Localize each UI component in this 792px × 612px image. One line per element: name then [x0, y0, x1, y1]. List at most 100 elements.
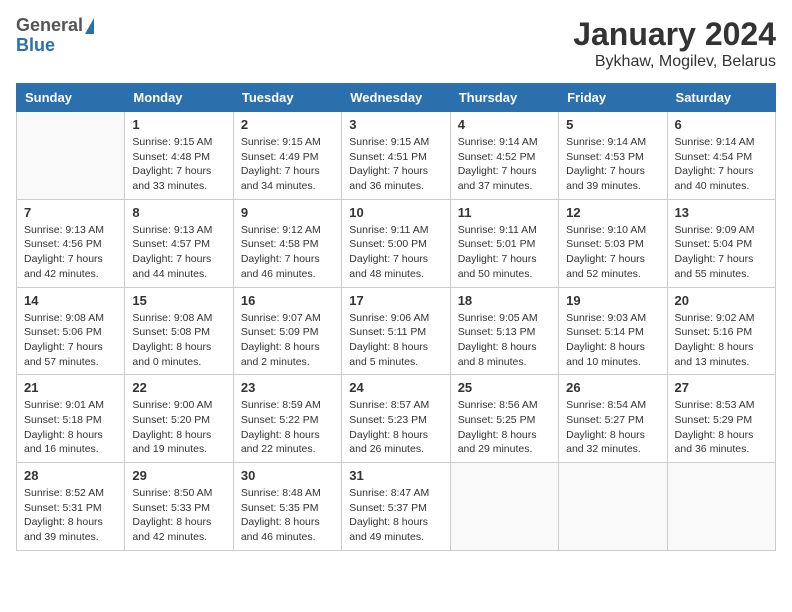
day-header-friday: Friday — [559, 84, 667, 112]
calendar-cell: 2Sunrise: 9:15 AMSunset: 4:49 PMDaylight… — [233, 112, 341, 200]
cell-details: Sunrise: 9:06 AMSunset: 5:11 PMDaylight:… — [349, 311, 442, 370]
calendar-cell: 4 Sunrise: 9:14 AMSunset: 4:52 PMDaylight… — [450, 112, 558, 200]
date-number: 9 — [241, 205, 334, 220]
logo: General Blue — [16, 16, 96, 56]
cell-details: Sunrise: 8:52 AMSunset: 5:31 PMDaylight:… — [24, 486, 117, 545]
calendar-cell: 30 Sunrise: 8:48 AMSunset: 5:35 PMDayligh… — [233, 463, 341, 551]
cell-details: Sunrise: 9:01 AMSunset: 5:18 PMDaylight:… — [24, 398, 117, 457]
date-number: 22 — [132, 380, 225, 395]
cell-details: Sunrise: 9:15 AMSunset: 4:51 PMDaylight:… — [349, 135, 442, 194]
date-number: 23 — [241, 380, 334, 395]
date-number: 6 — [675, 117, 768, 132]
calendar-cell — [17, 112, 125, 200]
calendar-cell: 17 Sunrise: 9:06 AMSunset: 5:11 PMDayligh… — [342, 287, 450, 375]
cell-details: Sunrise: 9:12 AMSunset: 4:58 PMDaylight:… — [241, 223, 334, 282]
date-number: 17 — [349, 293, 442, 308]
calendar-cell: 24 Sunrise: 8:57 AMSunset: 5:23 PMDayligh… — [342, 375, 450, 463]
date-number: 18 — [458, 293, 551, 308]
calendar-table: SundayMondayTuesdayWednesdayThursdayFrid… — [16, 83, 776, 551]
cell-details: Sunrise: 9:11 AMSunset: 5:00 PMDaylight:… — [349, 223, 442, 282]
day-header-thursday: Thursday — [450, 84, 558, 112]
date-number: 11 — [458, 205, 551, 220]
calendar-cell: 15 Sunrise: 9:08 AMSunset: 5:08 PMDayligh… — [125, 287, 233, 375]
calendar-cell: 7 Sunrise: 9:13 AMSunset: 4:56 PMDaylight… — [17, 199, 125, 287]
date-number: 15 — [132, 293, 225, 308]
cell-details: Sunrise: 9:14 AMSunset: 4:52 PMDaylight:… — [458, 135, 551, 194]
date-number: 4 — [458, 117, 551, 132]
cell-details: Sunrise: 9:09 AMSunset: 5:04 PMDaylight:… — [675, 223, 768, 282]
date-number: 1 — [132, 117, 225, 132]
date-number: 24 — [349, 380, 442, 395]
date-number: 14 — [24, 293, 117, 308]
date-number: 16 — [241, 293, 334, 308]
date-number: 12 — [566, 205, 659, 220]
date-number: 8 — [132, 205, 225, 220]
date-number: 21 — [24, 380, 117, 395]
calendar-cell — [450, 463, 558, 551]
cell-details: Sunrise: 8:57 AMSunset: 5:23 PMDaylight:… — [349, 398, 442, 457]
calendar-cell: 25 Sunrise: 8:56 AMSunset: 5:25 PMDayligh… — [450, 375, 558, 463]
cell-details: Sunrise: 9:10 AMSunset: 5:03 PMDaylight:… — [566, 223, 659, 282]
calendar-cell: 16 Sunrise: 9:07 AMSunset: 5:09 PMDayligh… — [233, 287, 341, 375]
cell-details: Sunrise: 9:14 AMSunset: 4:54 PMDaylight:… — [675, 135, 768, 194]
calendar-cell: 11 Sunrise: 9:11 AMSunset: 5:01 PMDayligh… — [450, 199, 558, 287]
page-title: January 2024 — [573, 16, 776, 53]
calendar-cell: 31Sunrise: 8:47 AMSunset: 5:37 PMDayligh… — [342, 463, 450, 551]
day-header-monday: Monday — [125, 84, 233, 112]
cell-details: Sunrise: 8:59 AMSunset: 5:22 PMDaylight:… — [241, 398, 334, 457]
calendar-cell — [667, 463, 775, 551]
calendar-cell: 1 Sunrise: 9:15 AMSunset: 4:48 PMDaylight… — [125, 112, 233, 200]
cell-details: Sunrise: 9:13 AMSunset: 4:56 PMDaylight:… — [24, 223, 117, 282]
date-number: 7 — [24, 205, 117, 220]
calendar-cell: 8Sunrise: 9:13 AMSunset: 4:57 PMDaylight… — [125, 199, 233, 287]
calendar-cell: 21 Sunrise: 9:01 AMSunset: 5:18 PMDayligh… — [17, 375, 125, 463]
date-number: 30 — [241, 468, 334, 483]
page-subtitle: Bykhaw, Mogilev, Belarus — [573, 53, 776, 71]
day-header-wednesday: Wednesday — [342, 84, 450, 112]
cell-details: Sunrise: 8:47 AMSunset: 5:37 PMDaylight:… — [349, 486, 442, 545]
date-number: 26 — [566, 380, 659, 395]
logo-blue-text: Blue — [16, 35, 55, 55]
calendar-cell: 6 Sunrise: 9:14 AMSunset: 4:54 PMDaylight… — [667, 112, 775, 200]
cell-details: Sunrise: 8:54 AMSunset: 5:27 PMDaylight:… — [566, 398, 659, 457]
cell-details: Sunrise: 8:56 AMSunset: 5:25 PMDaylight:… — [458, 398, 551, 457]
cell-details: Sunrise: 9:15 AMSunset: 4:49 PMDaylight:… — [241, 135, 334, 194]
calendar-cell: 19Sunrise: 9:03 AMSunset: 5:14 PMDayligh… — [559, 287, 667, 375]
cell-details: Sunrise: 8:50 AMSunset: 5:33 PMDaylight:… — [132, 486, 225, 545]
calendar-cell: 20 Sunrise: 9:02 AMSunset: 5:16 PMDayligh… — [667, 287, 775, 375]
cell-details: Sunrise: 8:53 AMSunset: 5:29 PMDaylight:… — [675, 398, 768, 457]
calendar-cell — [559, 463, 667, 551]
day-header-saturday: Saturday — [667, 84, 775, 112]
cell-details: Sunrise: 9:14 AMSunset: 4:53 PMDaylight:… — [566, 135, 659, 194]
week-row-2: 7 Sunrise: 9:13 AMSunset: 4:56 PMDaylight… — [17, 199, 776, 287]
calendar-cell: 26 Sunrise: 8:54 AMSunset: 5:27 PMDayligh… — [559, 375, 667, 463]
calendar-cell: 27Sunrise: 8:53 AMSunset: 5:29 PMDayligh… — [667, 375, 775, 463]
cell-details: Sunrise: 9:15 AMSunset: 4:48 PMDaylight:… — [132, 135, 225, 194]
week-row-1: 1 Sunrise: 9:15 AMSunset: 4:48 PMDaylight… — [17, 112, 776, 200]
header-row: SundayMondayTuesdayWednesdayThursdayFrid… — [17, 84, 776, 112]
date-number: 25 — [458, 380, 551, 395]
calendar-cell: 9 Sunrise: 9:12 AMSunset: 4:58 PMDaylight… — [233, 199, 341, 287]
date-number: 19 — [566, 293, 659, 308]
cell-details: Sunrise: 9:08 AMSunset: 5:08 PMDaylight:… — [132, 311, 225, 370]
date-number: 20 — [675, 293, 768, 308]
day-header-sunday: Sunday — [17, 84, 125, 112]
logo-general-text: General — [16, 16, 83, 36]
calendar-cell: 3 Sunrise: 9:15 AMSunset: 4:51 PMDaylight… — [342, 112, 450, 200]
date-number: 3 — [349, 117, 442, 132]
cell-details: Sunrise: 9:00 AMSunset: 5:20 PMDaylight:… — [132, 398, 225, 457]
date-number: 29 — [132, 468, 225, 483]
calendar-cell: 18Sunrise: 9:05 AMSunset: 5:13 PMDayligh… — [450, 287, 558, 375]
cell-details: Sunrise: 9:02 AMSunset: 5:16 PMDaylight:… — [675, 311, 768, 370]
day-header-tuesday: Tuesday — [233, 84, 341, 112]
cell-details: Sunrise: 9:11 AMSunset: 5:01 PMDaylight:… — [458, 223, 551, 282]
calendar-cell: 29 Sunrise: 8:50 AMSunset: 5:33 PMDayligh… — [125, 463, 233, 551]
calendar-cell: 13 Sunrise: 9:09 AMSunset: 5:04 PMDayligh… — [667, 199, 775, 287]
date-number: 28 — [24, 468, 117, 483]
cell-details: Sunrise: 8:48 AMSunset: 5:35 PMDaylight:… — [241, 486, 334, 545]
cell-details: Sunrise: 9:08 AMSunset: 5:06 PMDaylight:… — [24, 311, 117, 370]
date-number: 13 — [675, 205, 768, 220]
week-row-5: 28 Sunrise: 8:52 AMSunset: 5:31 PMDayligh… — [17, 463, 776, 551]
cell-details: Sunrise: 9:07 AMSunset: 5:09 PMDaylight:… — [241, 311, 334, 370]
title-section: January 2024 Bykhaw, Mogilev, Belarus — [573, 16, 776, 71]
